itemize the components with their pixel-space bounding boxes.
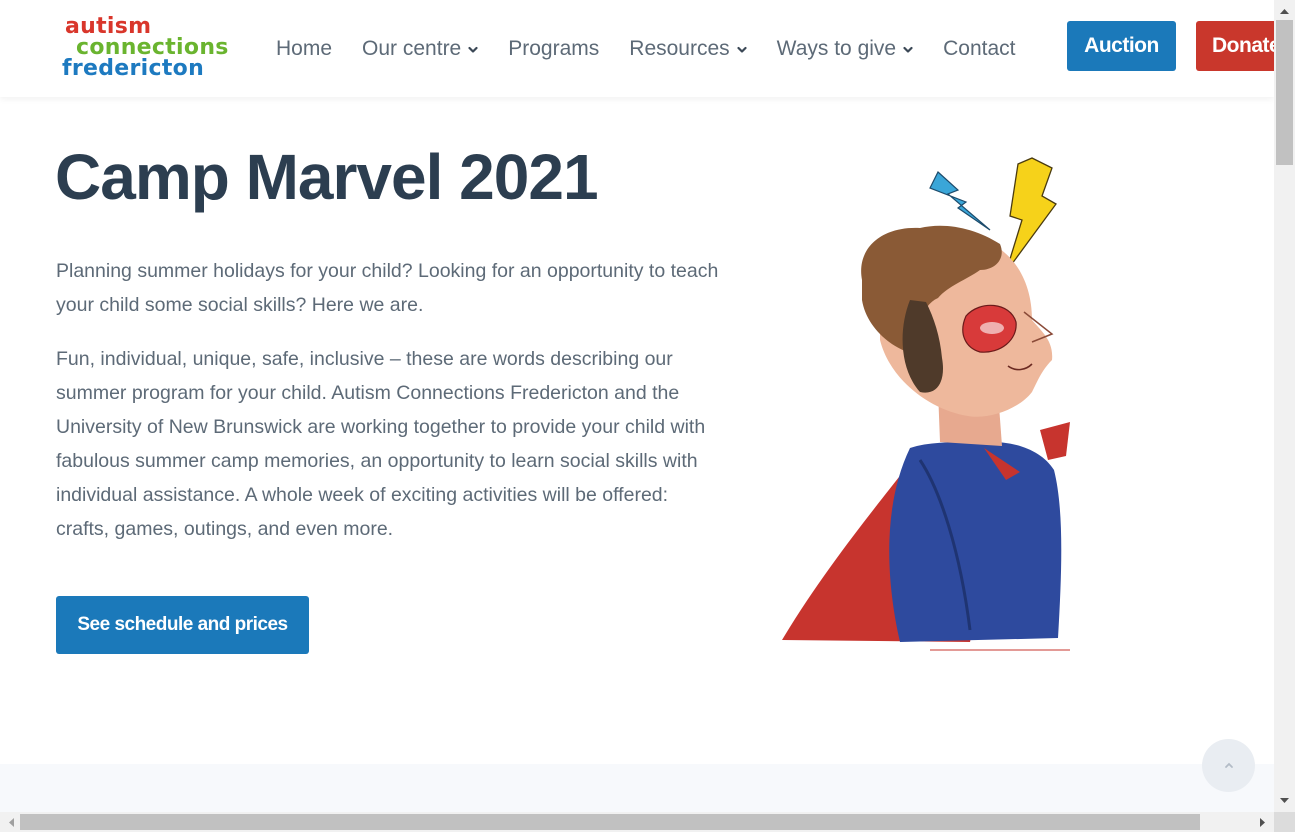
scroll-down-arrow-icon[interactable]	[1274, 792, 1295, 810]
scroll-left-arrow-icon[interactable]	[2, 812, 20, 832]
nav-item-our-centre[interactable]: Our centre	[362, 37, 478, 61]
site-header: autism connections fredericton Home Our …	[0, 0, 1274, 97]
nav-item-ways-to-give[interactable]: Ways to give	[777, 37, 913, 61]
superhero-illustration	[782, 157, 1070, 651]
horizontal-scrollbar-thumb[interactable]	[20, 814, 1200, 830]
vertical-scrollbar-thumb[interactable]	[1276, 20, 1293, 165]
nav-item-label: Resources	[629, 36, 730, 60]
nav-item-label: Ways to give	[776, 36, 897, 60]
nav-item-home[interactable]: Home	[276, 37, 332, 61]
nav-item-label: Our centre	[362, 36, 462, 60]
logo-line-fredericton: fredericton	[62, 56, 205, 81]
nav-item-contact[interactable]: Contact	[943, 37, 1015, 61]
chevron-down-icon	[903, 46, 913, 53]
scroll-up-arrow-icon[interactable]	[1274, 2, 1295, 20]
site-logo[interactable]: autism connections fredericton	[62, 16, 262, 82]
next-section	[0, 764, 1274, 812]
scroll-right-arrow-icon[interactable]	[1254, 812, 1272, 832]
chevron-down-icon	[468, 46, 478, 53]
scrollbar-corner	[1274, 812, 1295, 832]
chevron-down-icon	[737, 46, 747, 53]
nav-item-label: Programs	[508, 36, 600, 60]
description-paragraph: Fun, individual, unique, safe, inclusive…	[56, 348, 706, 540]
see-schedule-button[interactable]: See schedule and prices	[56, 596, 309, 654]
horizontal-scrollbar[interactable]	[0, 812, 1274, 832]
page-title: Camp Marvel 2021	[55, 141, 599, 213]
chevron-up-icon	[1224, 762, 1233, 768]
nav-item-resources[interactable]: Resources	[629, 36, 747, 61]
scroll-to-top-button[interactable]	[1202, 739, 1255, 792]
auction-button[interactable]: Auction	[1067, 21, 1176, 71]
vertical-scrollbar[interactable]	[1274, 0, 1295, 812]
main-nav: Home Our centre Programs Resources Ways …	[276, 0, 1015, 97]
donate-button[interactable]: Donate	[1196, 21, 1274, 71]
page: autism connections fredericton Home Our …	[0, 0, 1274, 812]
nav-item-label: Contact	[943, 36, 1016, 60]
intro-paragraph: Planning summer holidays for your child?…	[56, 260, 719, 316]
nav-item-label: Home	[276, 36, 333, 60]
nav-item-programs[interactable]: Programs	[508, 37, 599, 61]
